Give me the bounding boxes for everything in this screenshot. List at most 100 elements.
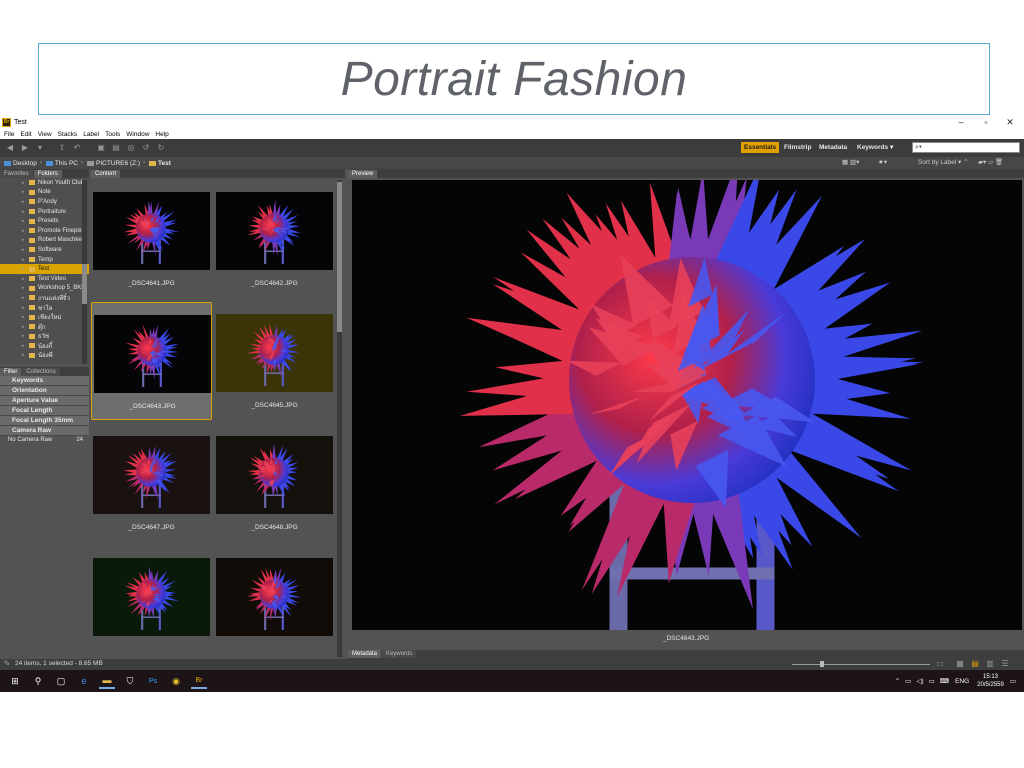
expand-arrow-icon[interactable]: ▸ — [22, 257, 29, 263]
thumbnail-image[interactable] — [216, 314, 333, 392]
folder-item[interactable]: ▸ น้องกี้ — [0, 341, 89, 351]
breadcrumb-this-pc[interactable]: This PC — [45, 160, 78, 167]
thumbnail-image[interactable] — [216, 558, 333, 636]
folder-item[interactable]: ▸ Temp — [0, 255, 89, 265]
new-folder-icon[interactable]: ▰▾ ▱ 🗑 — [978, 157, 1003, 169]
folder-item[interactable]: ▸ Test — [0, 264, 89, 274]
filter-category[interactable]: Orientation — [0, 386, 89, 396]
windows-start-icon[interactable]: ⊞ — [7, 673, 23, 689]
breadcrumb-drive[interactable]: PICTURE6 (Z:) — [86, 160, 140, 167]
camera-download-icon[interactable]: ▣ — [96, 143, 106, 153]
folder-item[interactable]: ▸ น้องพี่ — [0, 351, 89, 361]
view-thumbnails-icon[interactable]: ▤ — [970, 659, 980, 669]
content-scroll-thumb[interactable] — [337, 182, 342, 332]
view-details-icon[interactable]: ▥ — [985, 659, 995, 669]
folder-item[interactable]: ▸ Workshop 5_BKK — [0, 284, 89, 294]
dropdown-arrow-icon[interactable]: ▾ — [35, 143, 45, 153]
workspace-keywords[interactable]: Keywords — [854, 142, 891, 153]
preview-image[interactable] — [352, 180, 1022, 630]
thumbnail-image[interactable] — [93, 558, 210, 636]
maximize-button[interactable]: ▫ — [975, 116, 997, 128]
expand-arrow-icon[interactable]: ▸ — [22, 324, 29, 330]
menu-view[interactable]: View — [38, 131, 52, 138]
folder-scroll-thumb[interactable] — [82, 264, 87, 304]
expand-arrow-icon[interactable]: ▸ — [22, 333, 29, 339]
expand-arrow-icon[interactable]: ▸ — [22, 180, 29, 186]
forward-arrow-icon[interactable]: ▶ — [20, 143, 30, 153]
back-arrow-icon[interactable]: ◀ — [5, 143, 15, 153]
go-parent-icon[interactable]: ⇧ — [57, 143, 67, 153]
thumbnail-image[interactable] — [94, 315, 211, 393]
zoom-in-icon[interactable]: ▭ — [935, 659, 945, 669]
edge-browser-icon[interactable]: e — [76, 673, 92, 689]
photoshop-icon[interactable]: Ps — [145, 673, 161, 689]
folder-item[interactable]: ▸ Presets — [0, 216, 89, 226]
battery-icon[interactable]: ▭ — [929, 677, 935, 685]
tab-favorites[interactable]: Favorites — [0, 170, 33, 178]
filter-category[interactable]: Keywords — [0, 376, 89, 386]
sort-order-icon[interactable]: ▾ ⌃ — [958, 157, 969, 169]
tab-keywords[interactable]: Keywords — [382, 650, 417, 658]
folder-item[interactable]: ▸ เชียงใหม่ — [0, 312, 89, 322]
folder-item[interactable]: ▸ Note — [0, 188, 89, 198]
expand-arrow-icon[interactable]: ▸ — [22, 352, 29, 358]
expand-arrow-icon[interactable]: ▸ — [22, 276, 29, 282]
tab-metadata[interactable]: Metadata — [348, 650, 382, 658]
expand-arrow-icon[interactable]: ▸ — [22, 266, 29, 272]
view-grid-lock-icon[interactable]: ▦ — [955, 659, 965, 669]
folder-item[interactable]: ▸ Robert Maschke — [0, 236, 89, 246]
breadcrumb-desktop[interactable]: Desktop — [4, 160, 37, 167]
thumbnail-item[interactable]: _DSC4643.JPG — [91, 302, 212, 420]
menu-label[interactable]: Label — [83, 131, 99, 138]
tab-preview[interactable]: Preview — [348, 170, 378, 178]
keyboard-icon[interactable]: ⌨ — [940, 677, 949, 685]
content-scrollbar[interactable] — [337, 180, 342, 657]
menu-stacks[interactable]: Stacks — [58, 131, 78, 138]
open-recent-icon[interactable]: ◎ — [126, 143, 136, 153]
expand-arrow-icon[interactable]: ▸ — [22, 314, 29, 320]
task-view-icon[interactable]: ▢ — [53, 673, 69, 689]
filter-category[interactable]: Aperture Value — [0, 396, 89, 406]
thumbnail-image[interactable] — [93, 192, 210, 270]
bridge-taskbar-icon[interactable]: Br — [191, 673, 207, 689]
tab-collections[interactable]: Collections — [22, 368, 60, 376]
expand-arrow-icon[interactable]: ▸ — [22, 237, 29, 243]
folder-item[interactable]: ▸ ชาโล — [0, 303, 89, 313]
boomerang-icon[interactable]: ↶ — [72, 143, 82, 153]
filter-category[interactable]: Focal Length 35mm — [0, 416, 89, 426]
workspace-filmstrip[interactable]: Filmstrip — [781, 142, 814, 153]
refine-icon[interactable]: ▤ — [111, 143, 121, 153]
filter-star-icon[interactable]: ★▾ — [878, 157, 887, 169]
menu-edit[interactable]: Edit — [20, 131, 31, 138]
thumbnail-item[interactable]: _DSC4648.JPG — [214, 424, 335, 542]
folder-item[interactable]: ▸ Test Video — [0, 274, 89, 284]
folder-scrollbar[interactable] — [82, 180, 87, 364]
tab-content[interactable]: Content — [91, 170, 121, 178]
pin-icon[interactable]: ✎ — [2, 659, 12, 669]
view-grid-icon[interactable]: ▦ ▥▾ — [842, 157, 859, 169]
expand-arrow-icon[interactable]: ▸ — [22, 228, 29, 234]
folder-item[interactable]: ▸ ตุ๊ก — [0, 322, 89, 332]
menu-window[interactable]: Window — [126, 131, 149, 138]
expand-arrow-icon[interactable]: ▸ — [22, 189, 29, 195]
tray-chevron-icon[interactable]: ⌃ — [895, 677, 900, 685]
expand-arrow-icon[interactable]: ▸ — [22, 247, 29, 253]
minimize-button[interactable]: – — [950, 116, 972, 128]
file-explorer-icon[interactable]: ▬ — [99, 673, 115, 689]
rotate-right-icon[interactable]: ↻ — [156, 143, 166, 153]
expand-arrow-icon[interactable]: ▸ — [22, 199, 29, 205]
filter-category[interactable]: Focal Length — [0, 406, 89, 416]
menu-help[interactable]: Help — [155, 131, 168, 138]
menu-file[interactable]: File — [4, 131, 14, 138]
zoom-slider-handle[interactable] — [820, 661, 824, 667]
search-input[interactable]: ⌕▾ — [912, 142, 1020, 153]
thumbnail-item[interactable]: _DSC4642.JPG — [214, 180, 335, 298]
menu-tools[interactable]: Tools — [105, 131, 120, 138]
folder-item[interactable]: ▸ P'Andy — [0, 197, 89, 207]
tab-folders[interactable]: Folders — [33, 170, 62, 178]
thumbnail-item[interactable] — [214, 546, 335, 664]
thumbnail-zoom-slider[interactable] — [792, 664, 930, 665]
sort-dropdown[interactable]: Sort by Label — [918, 157, 956, 169]
expand-arrow-icon[interactable]: ▸ — [22, 295, 29, 301]
search-icon[interactable]: ⚲ — [30, 673, 46, 689]
